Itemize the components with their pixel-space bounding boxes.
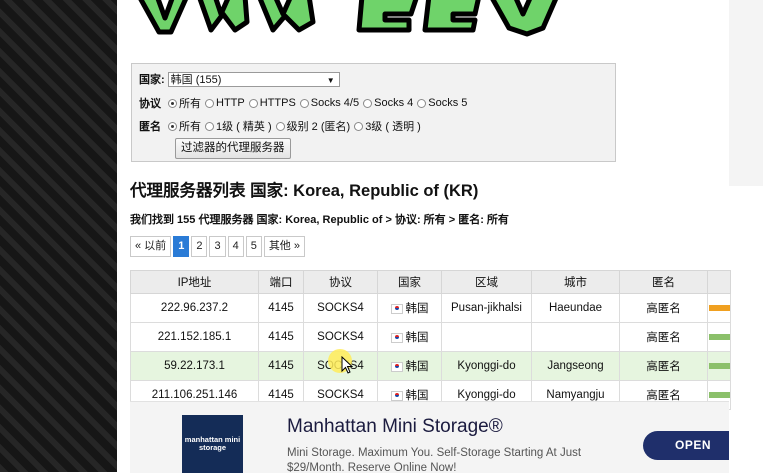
korea-flag-icon (390, 303, 403, 314)
ad-open-button[interactable]: OPEN (643, 431, 729, 460)
protocol-radio-socks5[interactable] (417, 98, 427, 108)
speed-bar (709, 362, 730, 369)
pagination-page-4[interactable]: 4 (227, 236, 244, 257)
table-row[interactable]: 59.22.173.1 4145 SOCKS4 韩国 Kyonggi-do Ja… (130, 351, 731, 381)
country-select[interactable]: 韩国 (155) ▼ (167, 71, 340, 87)
protocol-radio-all[interactable] (168, 98, 177, 108)
cell-port: 4145 (258, 293, 304, 323)
results-summary: 我们找到 155 代理服务器 国家: Korea, Republic of > … (130, 214, 509, 226)
cell-anonymity: 高匿名 (619, 293, 708, 323)
anonymity-label: 匿名 (139, 121, 161, 133)
anon-radio-all[interactable] (168, 121, 177, 131)
cell-region: Kyonggi-do (441, 351, 532, 381)
cell-country: 韩国 (377, 351, 442, 381)
cell-anonymity: 高匿名 (619, 351, 708, 381)
cell-anonymity: 高匿名 (619, 322, 708, 352)
pagination: « 以前 1 2 3 4 5 其他 » (130, 236, 307, 257)
anon-radio-level2[interactable] (275, 121, 285, 131)
country-label: 国家: (139, 74, 165, 86)
korea-flag-icon (390, 361, 403, 372)
column-header-region[interactable]: 区域 (441, 270, 532, 294)
filter-submit-button[interactable]: 过滤器的代理服务器 (175, 138, 291, 159)
column-header-country[interactable]: 国家 (377, 270, 442, 294)
cell-protocol: SOCKS4 (303, 293, 378, 323)
protocol-radio-socks4[interactable] (363, 98, 373, 108)
column-header-anonymity[interactable]: 匿名 (619, 270, 708, 294)
proxy-filter-form: 国家: 韩国 (155) ▼ 协议 所有 HTTP HTTPS Socks 4/5… (131, 63, 616, 162)
protocol-label: 协议 (139, 98, 161, 110)
cell-city (531, 322, 620, 352)
page-title: 代理服务器列表 国家: Korea, Republic of (KR) (130, 182, 479, 200)
pagination-more[interactable]: 其他 » (263, 236, 305, 257)
cell-speed (707, 351, 731, 381)
cell-ip: 221.152.185.1 (130, 322, 259, 352)
page-background-left (0, 0, 117, 472)
cell-port: 4145 (258, 351, 304, 381)
ad-title[interactable]: Manhattan Mini Storage® (287, 416, 503, 438)
protocol-radio-socks45[interactable] (299, 98, 309, 108)
pagination-page-5[interactable]: 5 (245, 236, 262, 257)
right-gutter (729, 186, 763, 472)
table-row[interactable]: 221.152.185.1 4145 SOCKS4 韩国 高匿名 (130, 322, 731, 352)
speed-bar (709, 333, 730, 340)
column-header-speed (707, 270, 731, 294)
cell-port: 4145 (258, 322, 304, 352)
speed-bar (709, 391, 730, 398)
ad-description: Mini Storage. Maximum You. Self-Storage … (287, 447, 582, 473)
column-header-protocol[interactable]: 协议 (303, 270, 378, 294)
cell-ip: 59.22.173.1 (130, 351, 259, 381)
table-header-row: IP地址 端口 协议 国家 区域 城市 匿名 (130, 270, 731, 294)
column-header-ip[interactable]: IP地址 (130, 270, 259, 294)
pagination-page-2[interactable]: 2 (191, 236, 208, 257)
korea-flag-icon (390, 332, 403, 343)
cell-city: Jangseong (531, 351, 620, 381)
chevron-down-icon: ▼ (326, 75, 335, 85)
advertisement-banner[interactable]: manhattan mini storage Manhattan Mini St… (130, 401, 729, 473)
anon-radio-level1[interactable] (205, 121, 214, 131)
site-banner-logo (117, 0, 729, 50)
pagination-page-1[interactable]: 1 (173, 236, 190, 257)
cell-city: Haeundae (531, 293, 620, 323)
cell-protocol: SOCKS4 (303, 322, 378, 352)
main-content: 国家: 韩国 (155) ▼ 协议 所有 HTTP HTTPS Socks 4/5… (117, 0, 731, 473)
table-row[interactable]: 222.96.237.2 4145 SOCKS4 韩国 Pusan-jikhal… (130, 293, 731, 323)
proxy-table: IP地址 端口 协议 国家 区域 城市 匿名 222.96.237.2 4145… (130, 270, 731, 410)
protocol-radio-https[interactable] (248, 98, 258, 108)
cell-speed (707, 293, 731, 323)
pagination-page-3[interactable]: 3 (209, 236, 226, 257)
protocol-radio-http[interactable] (205, 98, 214, 108)
advertiser-logo: manhattan mini storage (182, 415, 243, 473)
cell-speed (707, 322, 731, 352)
column-header-city[interactable]: 城市 (531, 270, 620, 294)
speed-bar (709, 304, 730, 311)
cell-region: Pusan-jikhalsi (441, 293, 532, 323)
cell-country: 韩国 (377, 322, 442, 352)
anon-radio-level3[interactable] (354, 121, 364, 131)
column-header-port[interactable]: 端口 (258, 270, 304, 294)
korea-flag-icon (390, 390, 403, 401)
pagination-prev[interactable]: « 以前 (130, 236, 172, 257)
mouse-pointer-icon (341, 356, 353, 374)
cell-region (441, 322, 532, 352)
cell-ip: 222.96.237.2 (130, 293, 259, 323)
cell-country: 韩国 (377, 293, 442, 323)
